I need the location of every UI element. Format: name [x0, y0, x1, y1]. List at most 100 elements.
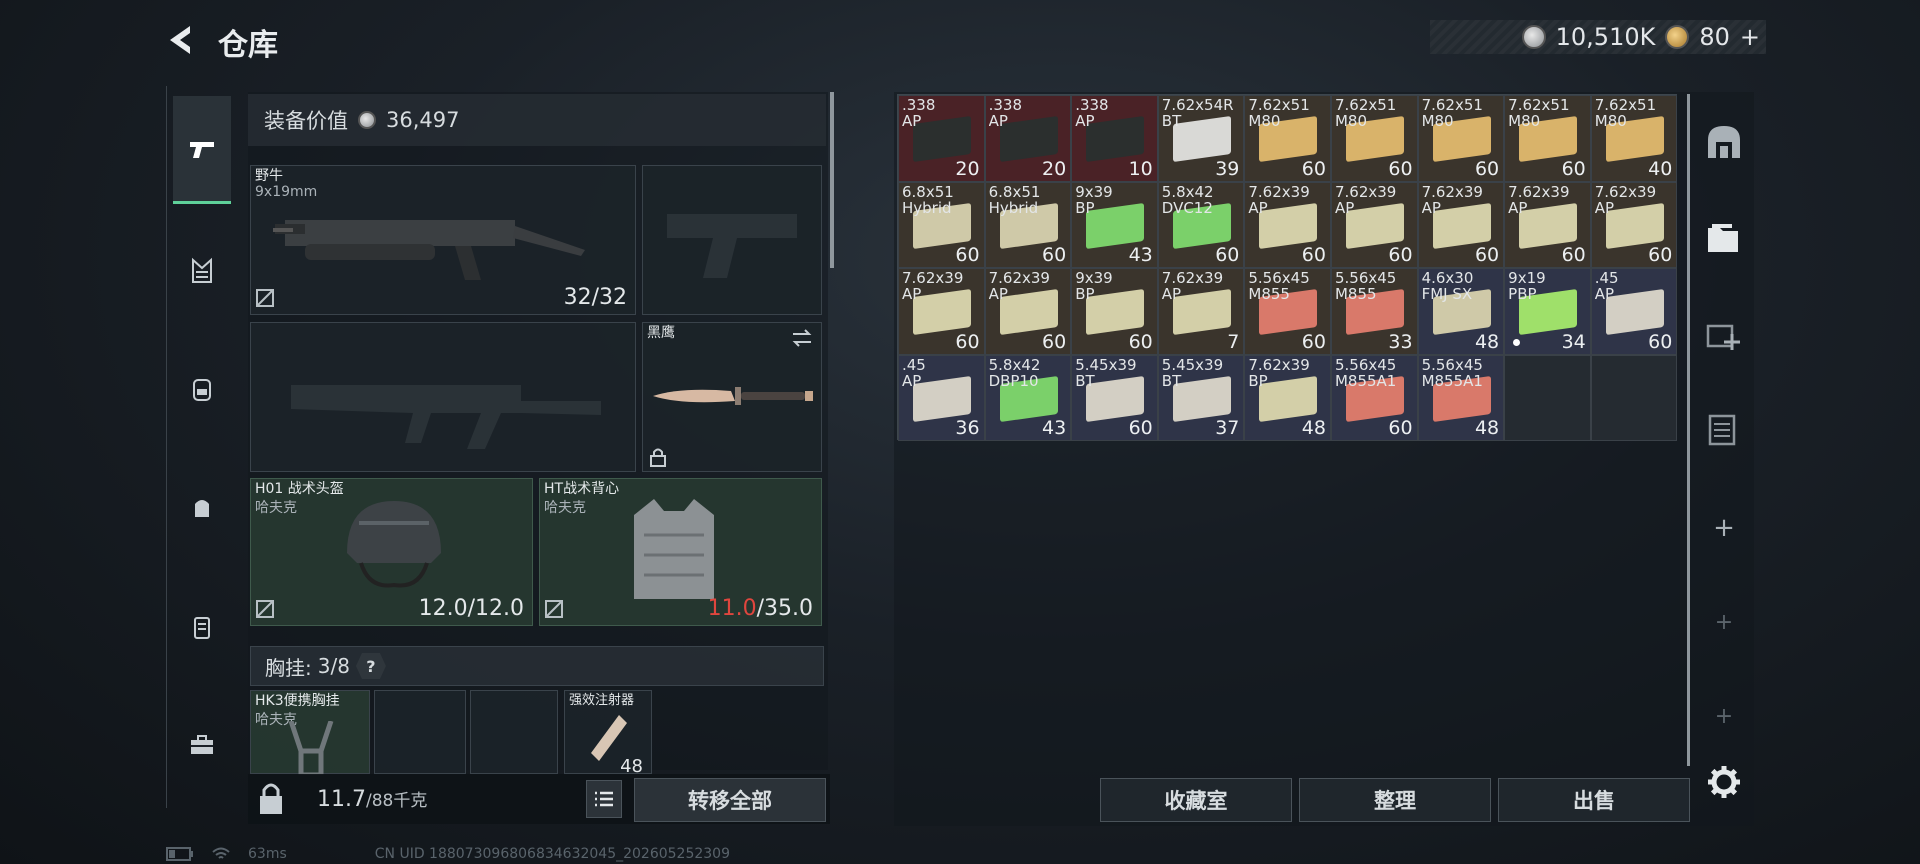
item-count: 20	[955, 157, 980, 180]
transfer-all-button[interactable]: 转移全部	[634, 778, 826, 822]
ledger-icon	[1708, 414, 1736, 446]
help-button[interactable]: ?	[355, 653, 386, 679]
item-name: 5.45x39 BT	[1161, 356, 1224, 389]
nav-toolbox[interactable]	[173, 710, 231, 780]
collection-room-button[interactable]: 收藏室	[1100, 778, 1292, 822]
nav-weapons[interactable]	[173, 96, 231, 204]
inventory-item[interactable]: 4.6x30 FMJ SX 48	[1417, 268, 1505, 355]
inventory-item[interactable]: 7.62x51 M80 60	[1244, 95, 1331, 182]
nav-pouch[interactable]	[173, 472, 231, 542]
inventory-item[interactable]: .45 AP 60	[1590, 268, 1678, 355]
back-button[interactable]	[164, 22, 200, 58]
sell-button[interactable]: 出售	[1498, 778, 1690, 822]
item-name: 7.62x54R BT	[1161, 97, 1234, 129]
inventory-item[interactable]: .338 AP 20	[984, 95, 1072, 182]
inventory-item[interactable]: 7.62x39 AP 60	[1590, 181, 1678, 268]
inventory-item[interactable]: 5.56x45 M855A1 48	[1417, 354, 1505, 441]
inventory-item[interactable]: 5.8x42 DVC12 60	[1157, 181, 1245, 268]
folder-tab-button[interactable]	[1700, 214, 1748, 262]
storage-tab-button[interactable]	[1700, 118, 1748, 166]
inventory-item[interactable]: 7.62x51 M80 60	[1330, 95, 1418, 182]
item-count: 60	[1128, 417, 1153, 439]
inventory-item[interactable]: .338 AP 10	[1071, 95, 1158, 182]
item-count: 60	[1648, 330, 1673, 353]
nav-chest-rig[interactable]	[173, 236, 231, 306]
add-folder-icon	[1706, 324, 1740, 350]
item-count: 60	[1128, 330, 1153, 353]
inventory-item[interactable]: 7.62x51 M80 60	[1417, 95, 1505, 182]
inventory-item[interactable]: 5.56x45 M855A1 60	[1330, 354, 1418, 441]
inventory-item[interactable]: 5.45x39 BT 37	[1157, 354, 1245, 441]
inventory-item[interactable]: 6.8x51 Hybrid 60	[898, 181, 985, 268]
inventory-item[interactable]: 9x19 PBP 34	[1504, 268, 1591, 355]
helmet-slot[interactable]: H01 战术头盔 哈夫克 12.0/12.0	[250, 478, 533, 626]
item-count: 60	[1474, 157, 1500, 180]
swap-icon[interactable]	[791, 329, 813, 347]
settings-button[interactable]	[1700, 758, 1748, 806]
inventory-empty-cell[interactable]	[1590, 354, 1678, 441]
inventory-item[interactable]: 7.62x39 AP 60	[984, 268, 1072, 355]
item-name: 5.56x45 M855A1	[1421, 356, 1483, 389]
list-tab-button[interactable]	[1700, 406, 1748, 454]
inventory-item[interactable]: 7.62x39 AP 60	[1330, 181, 1418, 268]
armor-slot[interactable]: HT战术背心 哈夫克 11.0/35.0	[539, 478, 822, 626]
inventory-item[interactable]: 7.62x39 AP 60	[1504, 181, 1591, 268]
add-storage-button[interactable]: +	[1700, 598, 1748, 646]
list-view-button[interactable]	[586, 780, 622, 818]
item-name: 7.62x51 M80	[1334, 97, 1397, 129]
equipment-value-bar: 装备价值 36,497	[248, 94, 826, 146]
inventory-item[interactable]: 5.56x45 M855 33	[1330, 268, 1418, 355]
inventory-item[interactable]: 7.62x39 AP 60	[1244, 181, 1331, 268]
inventory-item[interactable]: 9x39 BP 60	[1071, 268, 1158, 355]
item-count: 34	[1561, 330, 1586, 353]
inventory-item[interactable]: 7.62x51 M80 40	[1590, 95, 1678, 182]
inventory-item[interactable]: 5.8x42 DBP10 43	[984, 354, 1072, 441]
inventory-item[interactable]: 5.45x39 BT 60	[1071, 354, 1158, 441]
melee-slot[interactable]: 黑鹰	[642, 322, 822, 472]
chevron-left-icon	[170, 26, 190, 54]
inventory-item[interactable]: 6.8x51 Hybrid 60	[984, 181, 1072, 268]
inventory-item[interactable]: 7.62x39 AP 7	[1157, 268, 1245, 355]
inventory-item[interactable]: 7.62x51 M80 60	[1504, 95, 1591, 182]
inventory-item[interactable]: .338 AP 20	[898, 95, 985, 182]
inventory-empty-cell[interactable]	[1504, 354, 1591, 441]
plus-icon: +	[1714, 703, 1734, 729]
add-storage-button[interactable]: +	[1700, 692, 1748, 740]
inventory-item[interactable]: 7.62x54R BT 39	[1157, 95, 1245, 182]
item-count: 10	[1128, 157, 1153, 180]
inventory-item[interactable]: 7.62x39 AP 60	[1417, 181, 1505, 268]
inventory-item[interactable]: 7.62x39 AP 60	[898, 268, 985, 355]
equipment-scrollbar[interactable]	[830, 92, 834, 268]
add-gold-button[interactable]: +	[1740, 23, 1760, 51]
nav-case[interactable]	[173, 592, 231, 662]
item-count: 43	[1042, 417, 1067, 439]
item-count: 60	[1301, 244, 1326, 266]
plus-icon: +	[1714, 609, 1734, 635]
rifle-slot[interactable]	[250, 322, 636, 472]
rig-empty-slot[interactable]	[374, 690, 466, 774]
rig-item-slot[interactable]: HK3便携胸挂 哈夫克	[250, 690, 370, 775]
item-count: 33	[1388, 330, 1413, 353]
item-count: 39	[1215, 157, 1240, 180]
secondary-weapon-slot[interactable]	[642, 165, 822, 315]
primary-weapon-slot[interactable]: 野牛 9x19mm 32/32	[250, 165, 636, 315]
item-name: 6.8x51 Hybrid	[902, 183, 954, 216]
inventory-item[interactable]: .45 AP 36	[898, 354, 985, 441]
add-storage-button[interactable]: +	[1700, 504, 1748, 552]
chest-rig-capacity: 3/8	[317, 654, 350, 678]
nav-backpack[interactable]	[173, 354, 231, 424]
inventory-item[interactable]: 7.62x39 BP 48	[1244, 354, 1331, 441]
rig-empty-slot[interactable]	[470, 690, 558, 774]
storage-scrollbar[interactable]	[1687, 94, 1690, 766]
item-count: 60	[1648, 244, 1673, 266]
sort-button[interactable]: 整理	[1299, 778, 1491, 822]
item-count: 60	[1301, 157, 1326, 180]
lock-icon[interactable]	[256, 780, 286, 816]
add-tab-button[interactable]	[1700, 310, 1748, 358]
rig-item-slot[interactable]: 强效注射器 48	[564, 690, 652, 777]
item-count: 43	[1128, 244, 1153, 266]
item-name: 7.62x51 M80	[1248, 97, 1310, 129]
inventory-item[interactable]: 9x39 BP 43	[1071, 181, 1158, 268]
durability: 11.0/35.0	[707, 596, 813, 621]
inventory-item[interactable]: 5.56x45 M855 60	[1244, 268, 1331, 355]
